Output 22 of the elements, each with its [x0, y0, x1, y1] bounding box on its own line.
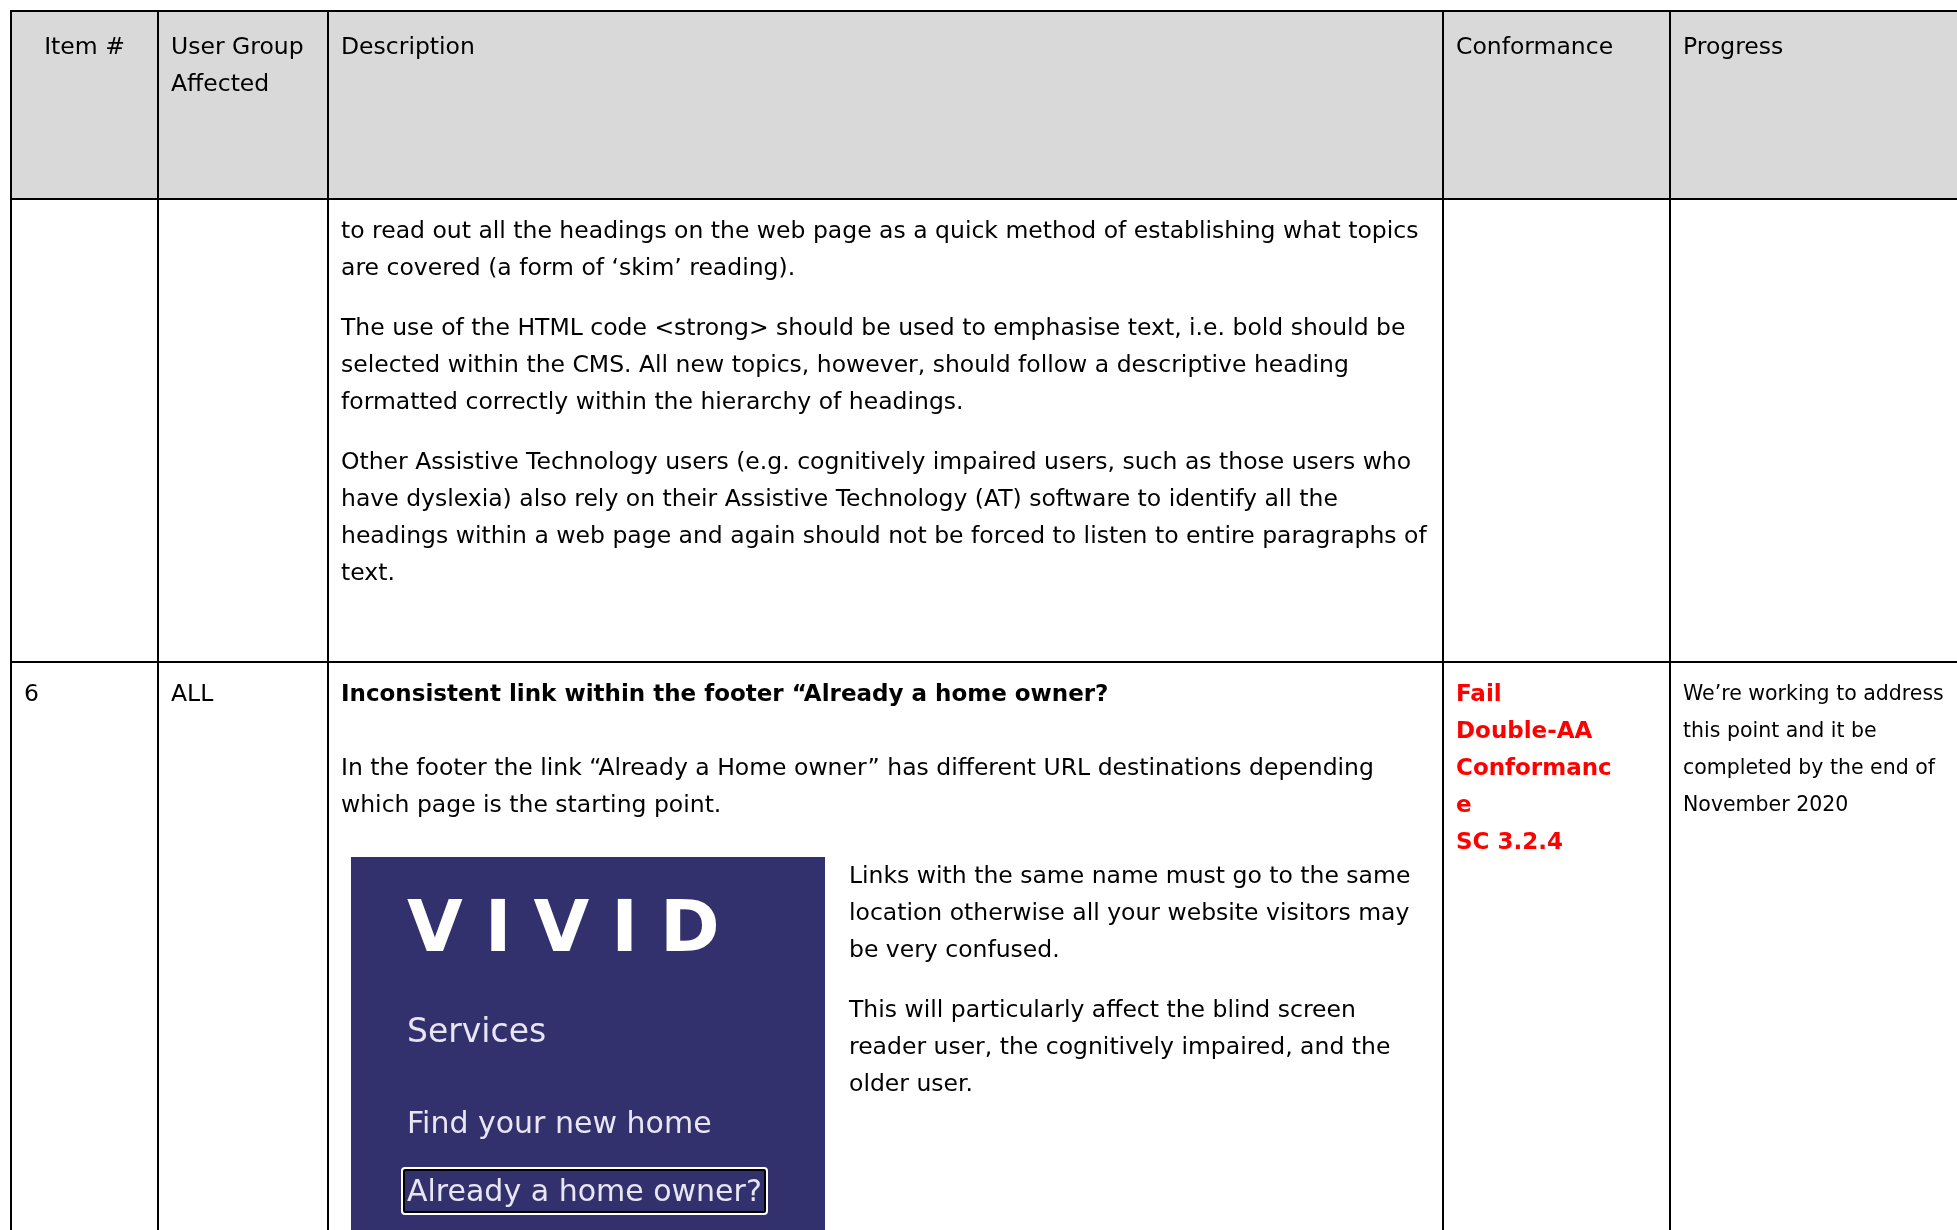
description-text: Other Assistive Technology users (e.g. cognitively impaired users, such as those users who have dyslexia) also rely on their Assistive Technology (AT) software to identify all the headings within a web page and again should not be forced to listen to entire paragraphs of text. [341, 446, 1429, 588]
conformance-text: Conformanc [1456, 753, 1613, 782]
column-header: Progress [1671, 12, 1957, 200]
column-header: Description [329, 12, 1444, 200]
description-text: to read out all the headings on the web page as a quick method of establishing what topics are covered (a form of ‘skim’ reading). [341, 215, 1420, 283]
column-header: Item # [12, 12, 159, 200]
progress-text: We’re working to address this point and it be completed by the end of November 2020 [1683, 680, 1945, 818]
description-text: The use of the HTML code <strong> should be used to emphasise text, i.e. bold should be selected within the CMS. All new topics, however, should follow a descriptive heading formatted correctly within the hierarchy of headings. [341, 312, 1407, 417]
footer-link[interactable]: Find your new home [407, 1103, 712, 1143]
column-header: Conformance [1444, 12, 1671, 200]
description-text: This will particularly affect the blind screen reader user, the cognitively impaired, and the older user. [849, 994, 1392, 1099]
conformance-text: Fail [1456, 679, 1503, 708]
footer-heading: Services [407, 1011, 548, 1051]
description-text: In the footer the link “Already a Home owner” has different URL destinations depending which page is the starting point. [341, 752, 1375, 820]
footer-link[interactable]: Already a home owner? [401, 1167, 768, 1215]
column-header: User Group Affected [159, 12, 329, 200]
conformance-text: SC 3.2.4 [1456, 827, 1564, 856]
issue-heading: Inconsistent link within the footer “Already a home owner? [341, 679, 1110, 708]
logo: VIVID [407, 883, 743, 970]
conformance-text: Double-AA [1456, 716, 1594, 745]
description-text: Links with the same name must go to the same location otherwise all your website visitors may be very confused. [849, 860, 1412, 965]
conformance-text: e [1456, 790, 1473, 819]
